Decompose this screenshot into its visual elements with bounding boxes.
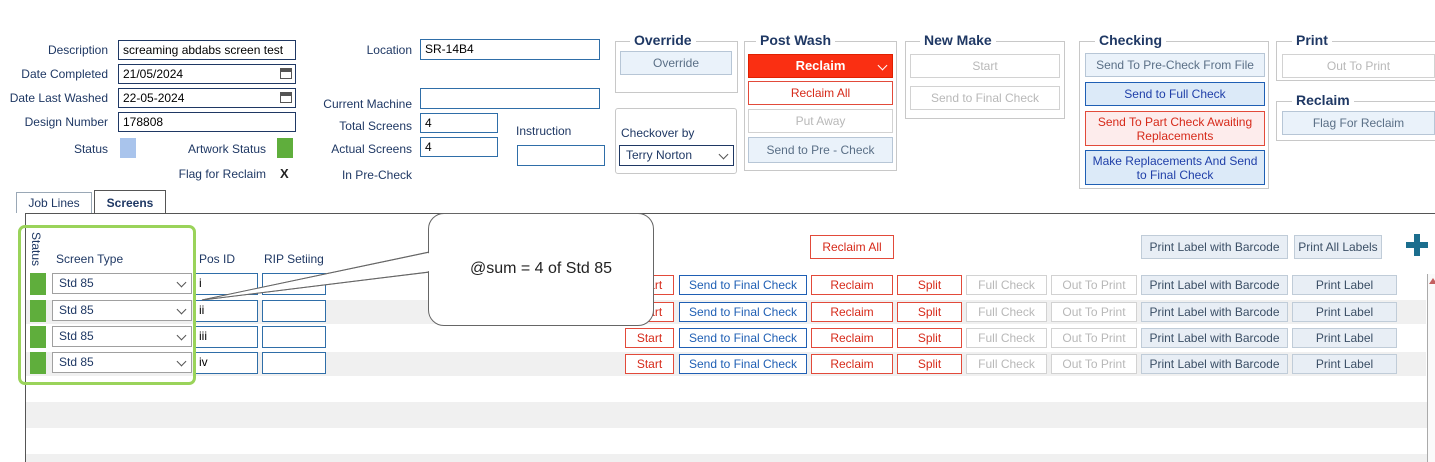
print-label-barcode-all-button[interactable]: Print Label with Barcode [1141,235,1288,259]
flag-for-reclaim-label: Flag for Reclaim [178,167,266,181]
date-last-washed-label: Date Last Washed [9,91,108,105]
put-away-button[interactable]: Put Away [748,109,893,133]
new-make-start-button[interactable]: Start [910,54,1060,78]
artwork-status-swatch [277,138,293,158]
highlight-box [18,225,196,385]
row-out-to-print-button[interactable]: Out To Print [1051,302,1137,322]
print-title: Print [1292,32,1332,48]
row-start-button[interactable]: Start [625,328,674,348]
actual-screens-label: Actual Screens [331,142,412,156]
description-input[interactable]: screaming abdabs screen test [118,40,296,60]
status-label: Status [73,142,108,156]
artwork-status-label: Artwork Status [187,142,266,156]
row-print-label-barcode-button[interactable]: Print Label with Barcode [1141,328,1288,348]
row-print-label-button[interactable]: Print Label [1292,302,1397,322]
row-out-to-print-button[interactable]: Out To Print [1051,328,1137,348]
location-input[interactable]: SR-14B4 [420,39,600,60]
post-wash-title: Post Wash [756,32,836,48]
row-split-button[interactable]: Split [897,275,962,295]
date-completed-label: Date Completed [21,67,108,81]
instruction-label: Instruction [516,124,572,138]
row-reclaim-button[interactable]: Reclaim [811,302,893,322]
row-split-button[interactable]: Split [897,302,962,322]
actual-screens-input[interactable]: 4 [420,137,498,157]
empty-row-band [26,402,1435,428]
send-to-part-check-button[interactable]: Send To Part Check Awaiting Replacements [1085,111,1265,146]
design-number-label: Design Number [24,115,108,129]
callout-text: @sum = 4 of Std 85 [469,260,613,277]
new-make-title: New Make [920,32,996,48]
override-button[interactable]: Override [620,51,732,75]
current-machine-input[interactable] [420,88,600,109]
pre-check-from-file-button[interactable]: Send To Pre-Check From File [1085,53,1265,77]
out-to-print-button[interactable]: Out To Print [1282,54,1435,78]
row-reclaim-button[interactable]: Reclaim [811,275,893,295]
add-icon[interactable] [1406,234,1428,256]
tab-screens[interactable]: Screens [94,190,166,214]
row-full-check-button[interactable]: Full Check [966,328,1047,348]
status-swatch [120,138,136,158]
post-wash-reclaim-all-button[interactable]: Reclaim All [748,81,893,105]
row-start-button[interactable]: Start [625,354,674,374]
make-replacements-button[interactable]: Make Replacements And Send to Final Chec… [1085,150,1265,185]
send-to-full-check-button[interactable]: Send to Full Check [1085,82,1265,106]
row-send-final-check-button[interactable]: Send to Final Check [679,328,807,348]
chevron-down-icon [718,149,729,160]
row-print-label-button[interactable]: Print Label [1292,275,1397,295]
new-make-send-final-button[interactable]: Send to Final Check [910,86,1060,110]
reclaim-title: Reclaim [1292,92,1354,108]
scroll-up-arrow[interactable] [1429,278,1435,284]
row-reclaim-button[interactable]: Reclaim [811,354,893,374]
row-send-final-check-button[interactable]: Send to Final Check [679,354,807,374]
override-title: Override [630,32,696,48]
date-completed-value: 21/05/2024 [123,67,184,81]
calendar-icon[interactable] [280,68,292,79]
checkover-value: Terry Norton [626,148,693,162]
pos-id-input[interactable]: iv [194,352,258,374]
location-label: Location [366,43,412,57]
checkover-label: Checkover by [621,126,695,140]
in-pre-check-label: In Pre-Check [341,168,412,182]
post-wash-select[interactable]: Reclaim [748,54,893,78]
row-print-label-barcode-button[interactable]: Print Label with Barcode [1141,275,1288,295]
row-split-button[interactable]: Split [897,328,962,348]
flag-for-reclaim-value[interactable]: X [280,166,289,181]
screens-reclaim-all-button[interactable]: Reclaim All [810,235,894,259]
row-send-final-check-button[interactable]: Send to Final Check [679,302,807,322]
description-label: Description [47,43,108,57]
date-completed-input[interactable]: 21/05/2024 [118,64,296,84]
chevron-down-icon [877,60,888,71]
row-full-check-button[interactable]: Full Check [966,302,1047,322]
total-screens-label: Total Screens [339,119,412,133]
row-print-label-button[interactable]: Print Label [1292,328,1397,348]
row-full-check-button[interactable]: Full Check [966,275,1047,295]
tab-job-lines[interactable]: Job Lines [16,192,92,213]
row-split-button[interactable]: Split [897,354,962,374]
current-machine-label: Current Machine [323,97,412,111]
scrollbar[interactable] [1427,274,1435,462]
date-last-washed-value: 22-05-2024 [123,91,185,105]
instruction-input[interactable] [517,145,605,166]
row-send-final-check-button[interactable]: Send to Final Check [679,275,807,295]
flag-for-reclaim-button[interactable]: Flag For Reclaim [1282,111,1435,135]
calendar-icon[interactable] [280,92,292,103]
checking-title: Checking [1095,32,1167,48]
row-print-label-button[interactable]: Print Label [1292,354,1397,374]
send-to-pre-check-button[interactable]: Send to Pre - Check [748,137,893,163]
post-wash-select-value: Reclaim [795,58,846,73]
row-out-to-print-button[interactable]: Out To Print [1051,354,1137,374]
date-last-washed-input[interactable]: 22-05-2024 [118,88,296,108]
row-full-check-button[interactable]: Full Check [966,354,1047,374]
print-all-labels-button[interactable]: Print All Labels [1294,235,1382,259]
design-number-input[interactable]: 178808 [118,112,296,132]
row-print-label-barcode-button[interactable]: Print Label with Barcode [1141,302,1288,322]
row-print-label-barcode-button[interactable]: Print Label with Barcode [1141,354,1288,374]
checkover-select[interactable]: Terry Norton [619,145,734,166]
empty-row-band [26,454,1435,462]
row-out-to-print-button[interactable]: Out To Print [1051,275,1137,295]
total-screens-input[interactable]: 4 [420,113,498,133]
rip-setting-input[interactable] [262,352,326,374]
row-reclaim-button[interactable]: Reclaim [811,328,893,348]
